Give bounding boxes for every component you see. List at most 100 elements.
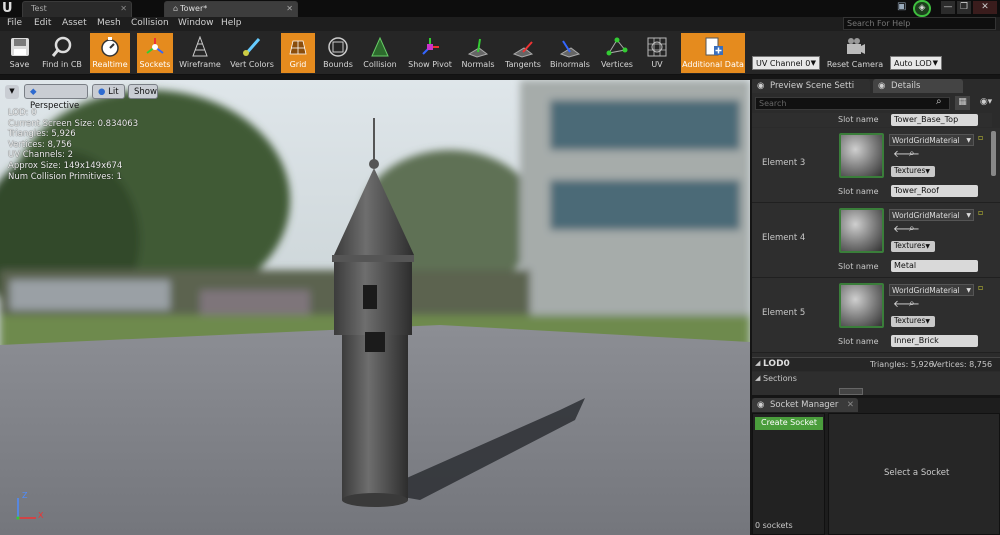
- textures-dropdown[interactable]: Textures▼: [891, 316, 935, 327]
- dropdown-value: Textures: [894, 241, 926, 250]
- save-button[interactable]: Save: [3, 33, 36, 73]
- collision-button[interactable]: Collision: [361, 33, 399, 73]
- details-scrollbar[interactable]: [991, 131, 996, 176]
- mesh-viewport[interactable]: ▼ ◆ Perspective ● Lit Show LOD: 0 Curren…: [0, 80, 750, 535]
- slot-name-field[interactable]: Tower_Roof: [891, 185, 978, 197]
- browse-search-icon[interactable]: ⌕: [909, 148, 915, 159]
- sections-row[interactable]: ◢ Sections: [752, 372, 1000, 395]
- material-element-3: Element 3 WorldGridMaterial ▼ ▫ 🡐 ⌕ Textu…: [752, 128, 1000, 203]
- additional-data-button[interactable]: Additional Data: [681, 33, 745, 73]
- button-label: Additional Data: [682, 60, 744, 69]
- close-window-button[interactable]: ✕: [973, 1, 997, 14]
- tab-label: Test: [31, 4, 47, 13]
- material-thumbnail[interactable]: [839, 283, 884, 328]
- button-label: Binormals: [550, 60, 590, 69]
- slot-name-field[interactable]: Inner_Brick: [891, 335, 978, 347]
- toolbar: Save Find in CB Realtime Sockets Wirefra…: [0, 31, 1000, 75]
- browse-search-icon[interactable]: ⌕: [909, 223, 915, 234]
- sockets-button[interactable]: Sockets: [137, 33, 173, 73]
- reset-icon[interactable]: ▫: [978, 208, 983, 217]
- button-label: Wireframe: [179, 60, 221, 69]
- material-thumbnail[interactable]: [839, 133, 884, 178]
- button-label: UV: [651, 60, 663, 69]
- dropdown-arrow-icon: ▼: [810, 59, 816, 67]
- use-selected-arrow-icon[interactable]: 🡐: [893, 223, 920, 235]
- tangents-button[interactable]: Tangents: [503, 33, 543, 73]
- socket-list[interactable]: Create Socket 0 sockets: [752, 413, 825, 535]
- grid-view-icon[interactable]: ▦: [955, 96, 970, 110]
- lod-dropdown[interactable]: Auto LOD ▼: [890, 56, 942, 70]
- tab-preview-scene-settings[interactable]: ◉ Preview Scene Setti: [752, 79, 870, 93]
- tab-tower[interactable]: ⌂ Tower* ✕: [164, 1, 298, 17]
- create-socket-button[interactable]: Create Socket: [755, 417, 823, 430]
- details-panel: ◉ Preview Scene Setti ◉ Details Search ⌕ ▦…: [752, 79, 1000, 395]
- show-pivot-button[interactable]: Show Pivot: [405, 33, 455, 73]
- menu-edit[interactable]: Edit: [34, 18, 51, 28]
- reset-icon[interactable]: ▫: [978, 283, 983, 292]
- source-control-icon[interactable]: ◈: [913, 0, 931, 17]
- reset-icon[interactable]: ▫: [978, 133, 983, 142]
- details-search-input[interactable]: Search: [755, 97, 950, 110]
- dropdown-value: Textures: [894, 166, 926, 175]
- bounds-button[interactable]: Bounds: [320, 33, 356, 73]
- tab-details[interactable]: ◉ Details: [873, 79, 963, 93]
- normals-button[interactable]: Normals: [459, 33, 497, 73]
- menu-help[interactable]: Help: [221, 18, 242, 28]
- show-button[interactable]: Show: [128, 84, 158, 99]
- perspective-button[interactable]: ◆ Perspective: [24, 84, 88, 111]
- menu-file[interactable]: File: [7, 18, 22, 28]
- browse-search-icon[interactable]: ⌕: [909, 298, 915, 309]
- material-thumbnail[interactable]: [839, 208, 884, 253]
- material-dropdown[interactable]: WorldGridMaterial ▼: [889, 284, 974, 296]
- grid-icon: [289, 40, 307, 55]
- find-in-cb-button[interactable]: Find in CB: [39, 33, 85, 73]
- menu-window[interactable]: Window: [178, 18, 214, 28]
- sockets-icon: [146, 38, 164, 54]
- menu-collision[interactable]: Collision: [131, 18, 169, 28]
- menu-asset[interactable]: Asset: [62, 18, 87, 28]
- lod0-header[interactable]: ◢ LOD0 Triangles: 5,926 Vertices: 8,756: [752, 357, 1000, 371]
- minimize-button[interactable]: —: [941, 1, 955, 14]
- textures-dropdown[interactable]: Textures▼: [891, 166, 935, 177]
- slot-name-field[interactable]: Tower_Base_Top: [891, 114, 978, 126]
- chat-icon[interactable]: ▣: [897, 1, 911, 14]
- close-icon[interactable]: ✕: [847, 398, 854, 412]
- material-dropdown[interactable]: WorldGridMaterial ▼: [889, 209, 974, 221]
- lit-button[interactable]: ● Lit: [92, 84, 125, 99]
- close-icon[interactable]: ✕: [286, 4, 293, 13]
- slot-name-field[interactable]: Metal: [891, 260, 978, 272]
- eye-icon[interactable]: ◉▾: [974, 96, 998, 110]
- use-selected-arrow-icon[interactable]: 🡐: [893, 298, 920, 310]
- tab-label: Preview Scene Setti: [770, 81, 855, 91]
- home-icon: ⌂: [173, 4, 179, 13]
- viewport-options-button[interactable]: ▼: [5, 85, 19, 99]
- lod-vertices: Vertices: 8,756: [932, 360, 993, 369]
- binormals-button[interactable]: Binormals: [548, 33, 592, 73]
- use-selected-arrow-icon[interactable]: 🡐: [893, 148, 920, 160]
- textures-dropdown[interactable]: Textures▼: [891, 241, 935, 252]
- tab-test[interactable]: Test ✕: [22, 1, 132, 17]
- vert-colors-button[interactable]: Vert Colors: [227, 33, 277, 73]
- uv-button[interactable]: UV: [642, 33, 672, 73]
- dropdown-value: Auto LOD: [894, 59, 932, 68]
- wireframe-button[interactable]: Wireframe: [178, 33, 222, 73]
- select-socket-message: Select a Socket: [884, 468, 950, 478]
- search-help-input[interactable]: Search For Help: [843, 17, 996, 30]
- tab-socket-manager[interactable]: ◉ Socket Manager ✕: [752, 398, 858, 412]
- grid-button[interactable]: Grid: [281, 33, 315, 73]
- stat-uv-channels: UV Channels: 2: [8, 150, 74, 161]
- uv-channel-dropdown[interactable]: UV Channel 0 ▼: [752, 56, 820, 70]
- axis-x-label: X: [38, 511, 44, 520]
- dropdown-arrow-icon: ▼: [925, 168, 930, 175]
- tab-label: Details: [891, 81, 921, 91]
- maximize-button[interactable]: ❐: [957, 1, 971, 14]
- stat-screen-size: Current Screen Size: 0.834063: [8, 118, 139, 129]
- vertices-button[interactable]: Vertices: [598, 33, 636, 73]
- reset-camera-button[interactable]: Reset Camera: [826, 33, 884, 73]
- material-dropdown[interactable]: WorldGridMaterial ▼: [889, 134, 974, 146]
- socket-count: 0 sockets: [755, 521, 793, 530]
- menu-mesh[interactable]: Mesh: [97, 18, 121, 28]
- realtime-button[interactable]: Realtime: [90, 33, 130, 73]
- close-icon[interactable]: ✕: [120, 4, 127, 13]
- normals-icon: [467, 38, 489, 58]
